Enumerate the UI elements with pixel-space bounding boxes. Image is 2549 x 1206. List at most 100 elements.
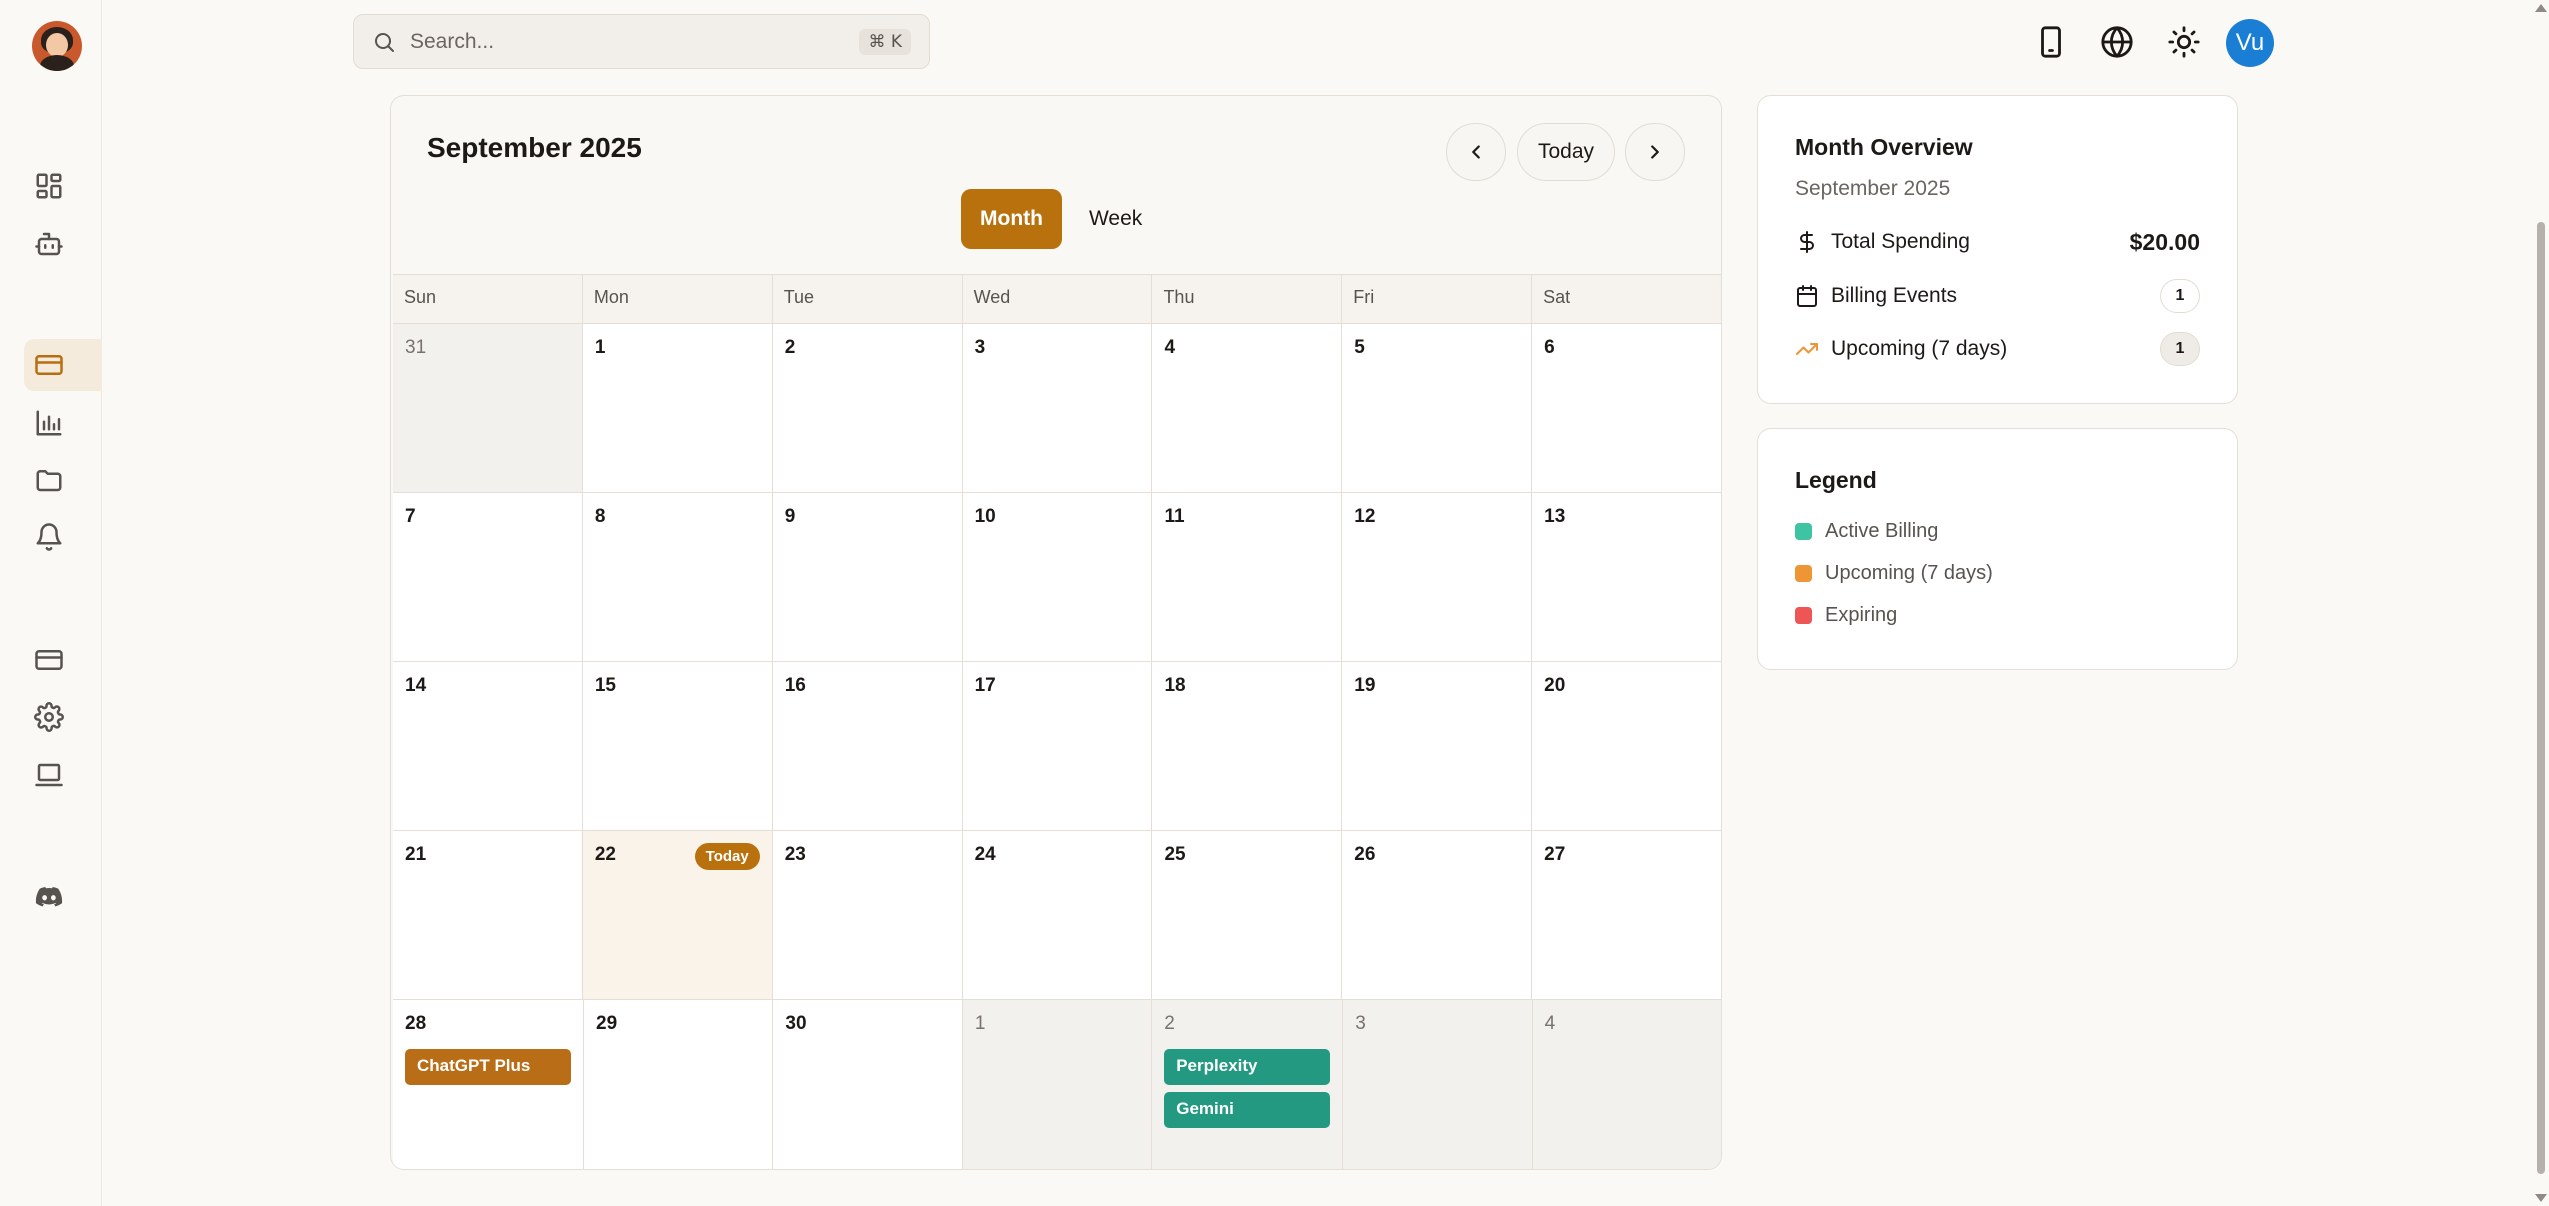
scroll-down-arrow[interactable]	[2535, 1194, 2547, 1202]
week-view-button[interactable]: Week	[1070, 189, 1161, 249]
day-cell[interactable]: 15	[582, 662, 773, 830]
nav-analytics[interactable]	[24, 397, 102, 449]
next-month-button[interactable]	[1625, 123, 1685, 181]
app-logo-avatar[interactable]	[32, 21, 82, 71]
legend-swatch	[1795, 523, 1812, 540]
previous-month-button[interactable]	[1446, 123, 1506, 181]
day-cell[interactable]: 1	[582, 324, 773, 492]
legend-item: Upcoming (7 days)	[1795, 562, 1993, 585]
day-cell[interactable]: 19	[1342, 662, 1533, 830]
language-button[interactable]	[2095, 20, 2139, 64]
day-cell[interactable]: 1	[962, 1000, 1153, 1169]
day-cell[interactable]: 5	[1342, 324, 1533, 492]
day-cell-today[interactable]: 22 Today	[582, 831, 773, 999]
laptop-icon	[35, 763, 63, 787]
day-number: 13	[1544, 506, 1566, 527]
day-cell[interactable]: 2 Perplexity Gemini	[1152, 1000, 1344, 1169]
upcoming-count: 1	[2160, 332, 2200, 366]
day-cell[interactable]: 18	[1152, 662, 1343, 830]
upcoming-row: Upcoming (7 days) 1	[1795, 329, 2200, 369]
nav-dashboard[interactable]	[24, 160, 102, 212]
day-cell[interactable]: 12	[1342, 493, 1533, 661]
nav-folders[interactable]	[24, 454, 102, 506]
day-cell[interactable]: 31	[393, 324, 583, 492]
search-placeholder: Search...	[410, 29, 495, 53]
day-number: 16	[784, 675, 806, 696]
day-cell[interactable]: 16	[772, 662, 963, 830]
event-chip[interactable]: ChatGPT Plus	[405, 1049, 571, 1085]
total-spending-row: Total Spending $20.00	[1795, 222, 2200, 262]
scroll-thumb[interactable]	[2537, 222, 2545, 1174]
day-number: 21	[405, 844, 427, 865]
day-cell[interactable]: 28 ChatGPT Plus	[393, 1000, 584, 1169]
day-cell[interactable]: 26	[1342, 831, 1533, 999]
day-cell[interactable]: 4	[1152, 324, 1343, 492]
day-number: 9	[784, 506, 796, 527]
week-row: 31 1 2 3 4 5 6	[393, 324, 1721, 493]
day-cell[interactable]: 23	[772, 831, 963, 999]
bot-icon	[35, 232, 63, 256]
day-number: 17	[974, 675, 996, 696]
nav-ai-assistant[interactable]	[24, 218, 102, 270]
day-number: 8	[594, 506, 606, 527]
week-row: 14 15 16 17 18 19 20	[393, 662, 1721, 831]
theme-toggle-button[interactable]	[2162, 20, 2206, 64]
day-cell[interactable]: 13	[1532, 493, 1721, 661]
month-view-button[interactable]: Month	[961, 189, 1062, 249]
nav-payment-methods[interactable]	[24, 634, 102, 686]
search-icon	[375, 32, 394, 52]
day-cell[interactable]: 6	[1532, 324, 1721, 492]
day-cell[interactable]: 3	[1343, 1000, 1533, 1169]
day-cell[interactable]: 29	[584, 1000, 774, 1169]
day-cell[interactable]: 11	[1152, 493, 1343, 661]
calendar-icon	[1797, 285, 1817, 307]
day-cell[interactable]: 30	[773, 1000, 963, 1169]
day-cell[interactable]: 24	[962, 831, 1153, 999]
sidebar	[0, 0, 102, 1206]
day-cell[interactable]: 10	[962, 493, 1153, 661]
overview-title: Month Overview	[1795, 134, 1973, 160]
chevron-right-icon	[1651, 145, 1659, 159]
event-chip[interactable]: Gemini	[1164, 1092, 1331, 1128]
legend-panel: Legend Active Billing Upcoming (7 days) …	[1757, 428, 2238, 670]
day-number: 18	[1164, 675, 1186, 696]
weekday-label: Sat	[1543, 287, 1571, 307]
day-cell[interactable]: 14	[393, 662, 583, 830]
mobile-view-button[interactable]	[2029, 20, 2073, 64]
nav-devices[interactable]	[24, 749, 102, 801]
day-cell[interactable]: 2	[772, 324, 963, 492]
page-scrollbar[interactable]	[2531, 0, 2549, 1206]
day-cell[interactable]: 25	[1152, 831, 1343, 999]
day-cell[interactable]: 4	[1532, 1000, 1721, 1169]
today-button[interactable]: Today	[1517, 123, 1615, 181]
day-cell[interactable]: 8	[582, 493, 773, 661]
day-number: 7	[405, 506, 416, 527]
event-chip[interactable]: Perplexity	[1164, 1049, 1331, 1085]
day-cell[interactable]: 21	[393, 831, 583, 999]
day-number: 4	[1164, 337, 1176, 358]
scroll-up-arrow[interactable]	[2535, 4, 2547, 12]
day-number: 1	[594, 337, 606, 358]
day-cell[interactable]: 27	[1532, 831, 1721, 999]
day-number: 20	[1544, 675, 1566, 696]
gear-icon	[34, 702, 64, 732]
weekday-label: Mon	[583, 275, 773, 323]
user-avatar[interactable]: Vu	[2226, 19, 2274, 67]
day-cell[interactable]: 3	[962, 324, 1153, 492]
nav-discord[interactable]	[24, 871, 102, 923]
nav-settings[interactable]	[24, 691, 102, 743]
day-number: 28	[405, 1013, 427, 1034]
week-row: 7 8 9 10 11 12 13	[393, 493, 1721, 662]
day-cell[interactable]: 17	[962, 662, 1153, 830]
search-bar[interactable]: Search... ⌘ K	[353, 14, 930, 69]
layout-dashboard-icon	[36, 173, 62, 199]
day-cell[interactable]: 7	[393, 493, 583, 661]
legend-label: Upcoming (7 days)	[1825, 562, 1993, 584]
day-number: 31	[405, 337, 427, 358]
day-cell[interactable]: 9	[772, 493, 963, 661]
bar-chart-icon	[36, 410, 62, 436]
day-cell[interactable]: 20	[1532, 662, 1721, 830]
nav-subscriptions[interactable]	[24, 339, 102, 391]
nav-notifications[interactable]	[24, 511, 102, 563]
day-number: 11	[1164, 506, 1185, 527]
